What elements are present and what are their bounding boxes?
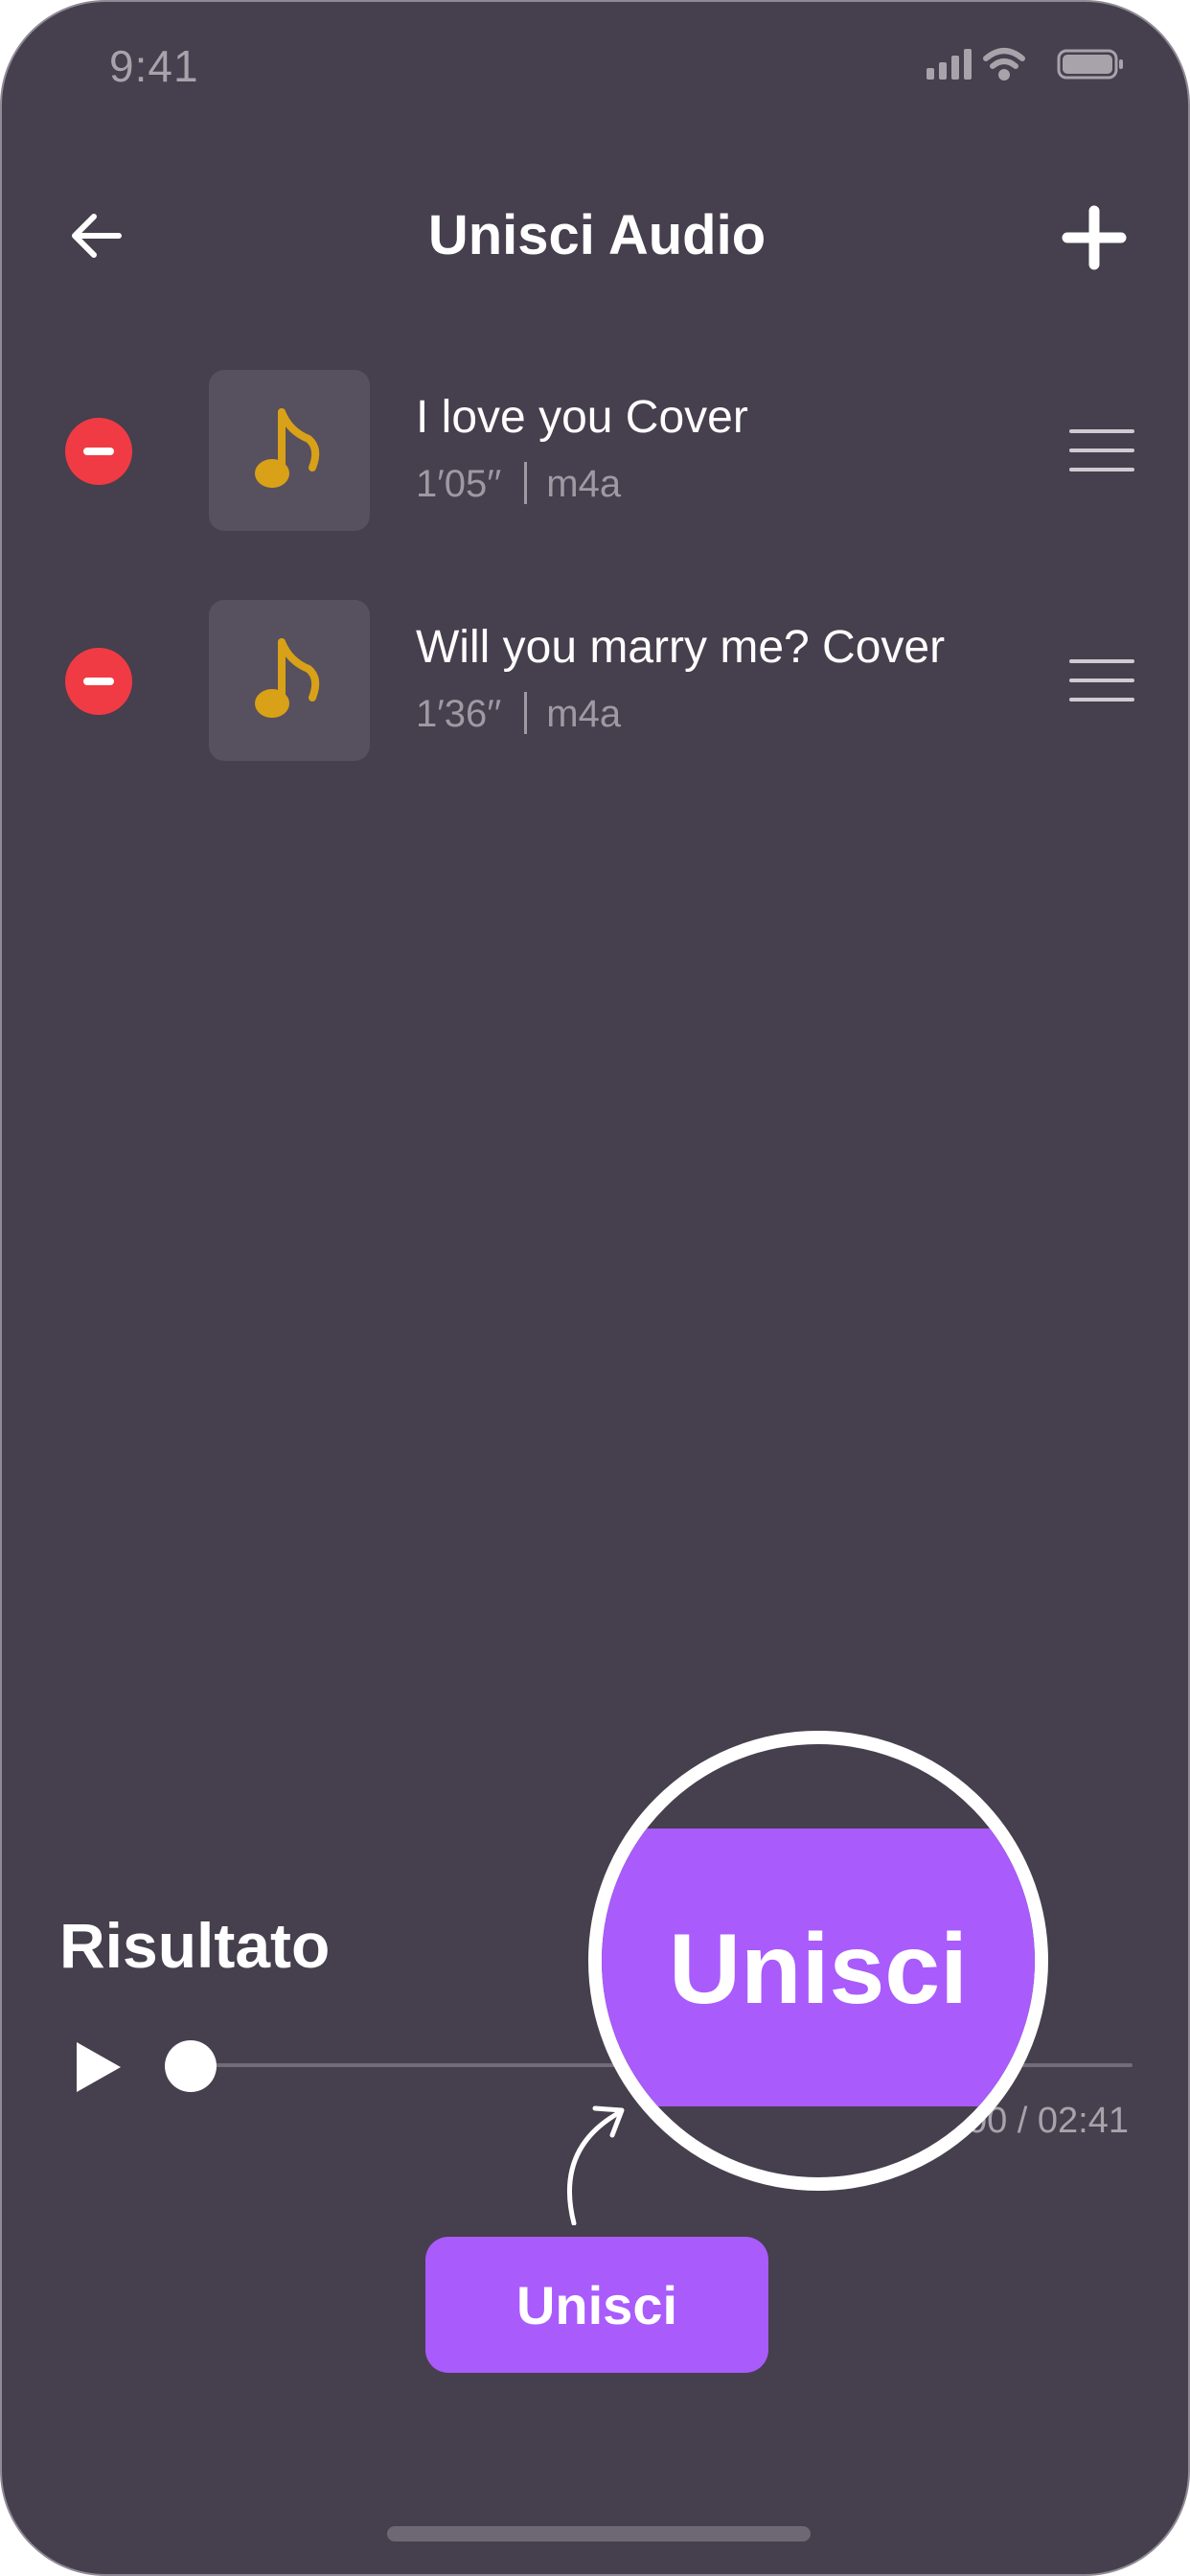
plus-icon	[1062, 205, 1127, 270]
remove-icon	[83, 448, 114, 455]
phone-frame: 9:41 Unisci Audio I love you Cover 1′05′…	[0, 0, 1190, 2576]
track-format: m4a	[546, 693, 622, 735]
track-thumbnail	[209, 370, 370, 531]
result-heading: Risultato	[59, 1910, 331, 1981]
remove-track-button[interactable]	[65, 648, 132, 715]
music-note-icon	[255, 408, 320, 488]
remove-track-button[interactable]	[65, 418, 132, 485]
pointer-arrow-icon	[553, 2091, 629, 2230]
divider	[524, 692, 528, 734]
music-note-icon	[255, 638, 320, 718]
track-thumbnail	[209, 600, 370, 761]
drag-handle-icon[interactable]	[1069, 427, 1134, 473]
add-audio-button[interactable]	[1062, 205, 1127, 270]
magnifier-callout: Unisci	[588, 1731, 1048, 2191]
track-meta: 1′36′′ m4a	[416, 692, 621, 736]
track-title: I love you Cover	[416, 392, 748, 443]
divider	[524, 462, 528, 504]
track-meta: 1′05′′ m4a	[416, 462, 621, 506]
page-title: Unisci Audio	[427, 204, 767, 266]
status-icons	[927, 45, 1128, 88]
magnified-merge-label: Unisci	[668, 1914, 969, 2025]
track-row: Will you marry me? Cover 1′36′′ m4a	[2, 600, 1188, 763]
status-time: 9:41	[109, 41, 199, 91]
track-title: Will you marry me? Cover	[416, 622, 946, 673]
drag-handle-icon[interactable]	[1069, 657, 1134, 703]
track-duration: 1′36′′	[416, 693, 502, 735]
track-duration: 1′05′′	[416, 463, 502, 505]
signal-icon	[927, 49, 972, 80]
play-button[interactable]	[73, 2039, 125, 2100]
merge-button[interactable]: Unisci	[425, 2237, 768, 2373]
track-format: m4a	[546, 463, 622, 505]
track-row: I love you Cover 1′05′′ m4a	[2, 370, 1188, 533]
wifi-icon	[983, 48, 1025, 80]
progress-scrubber[interactable]	[165, 2040, 217, 2092]
play-icon	[77, 2042, 121, 2092]
home-indicator[interactable]	[387, 2526, 811, 2542]
remove-icon	[83, 678, 114, 685]
battery-icon	[1057, 49, 1123, 80]
